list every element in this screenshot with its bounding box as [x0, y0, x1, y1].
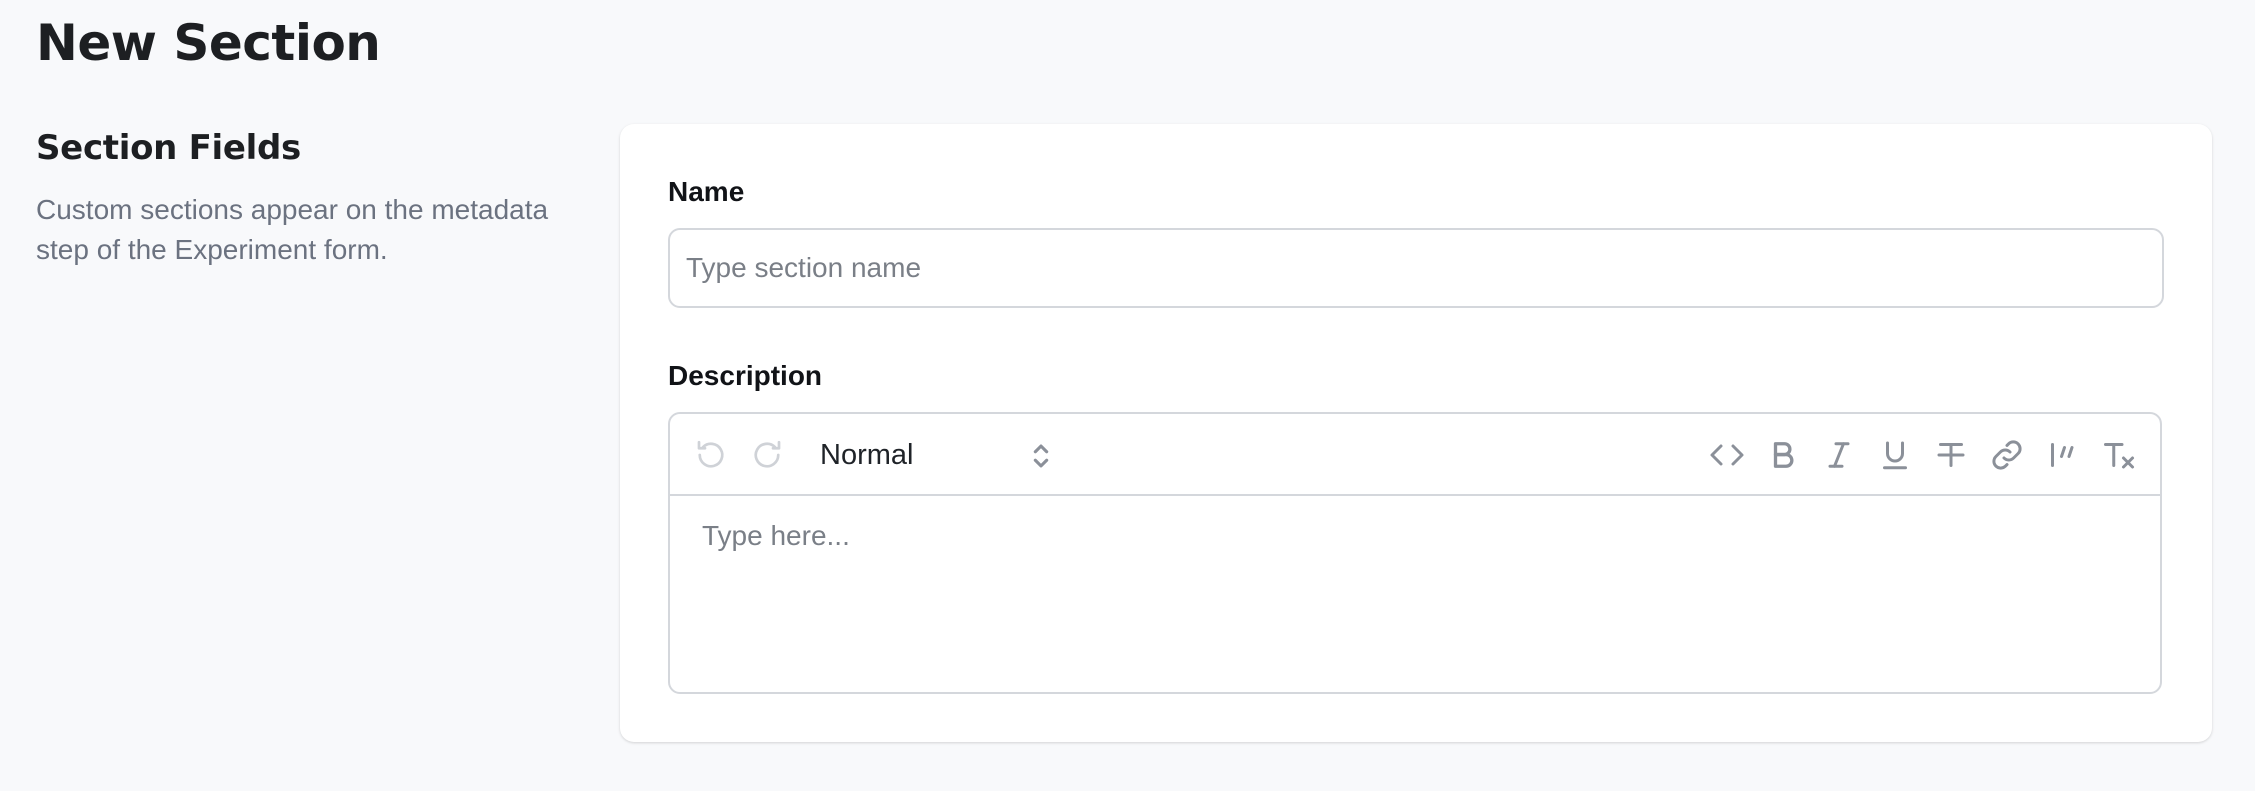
- undo-icon[interactable]: [690, 434, 732, 476]
- italic-icon[interactable]: [1818, 434, 1860, 476]
- clear-format-icon[interactable]: [2098, 434, 2140, 476]
- block-type-select[interactable]: Normal: [814, 432, 1058, 478]
- editor-toolbar: Normal: [670, 414, 2160, 496]
- link-icon[interactable]: [1986, 434, 2028, 476]
- underline-icon[interactable]: [1874, 434, 1916, 476]
- redo-icon[interactable]: [746, 434, 788, 476]
- section-form-card: Name Description Normal: [620, 124, 2212, 742]
- section-heading: Section Fields: [36, 128, 301, 168]
- strikethrough-icon[interactable]: [1930, 434, 1972, 476]
- description-editor-content[interactable]: Type here...: [670, 498, 2160, 692]
- chevron-up-down-icon: [1033, 444, 1049, 468]
- description-editor: Normal Type here...: [668, 412, 2162, 694]
- description-label: Description: [668, 360, 823, 391]
- bold-icon[interactable]: [1762, 434, 1804, 476]
- name-input[interactable]: [668, 228, 2164, 308]
- page-title: New Section: [36, 14, 381, 72]
- quote-icon[interactable]: [2042, 434, 2084, 476]
- section-fields-intro: Section Fields Custom sections appear on…: [36, 124, 576, 270]
- block-type-value: Normal: [820, 438, 914, 471]
- code-icon[interactable]: [1706, 434, 1748, 476]
- name-label: Name: [668, 176, 745, 207]
- section-description: Custom sections appear on the metadata s…: [36, 194, 549, 265]
